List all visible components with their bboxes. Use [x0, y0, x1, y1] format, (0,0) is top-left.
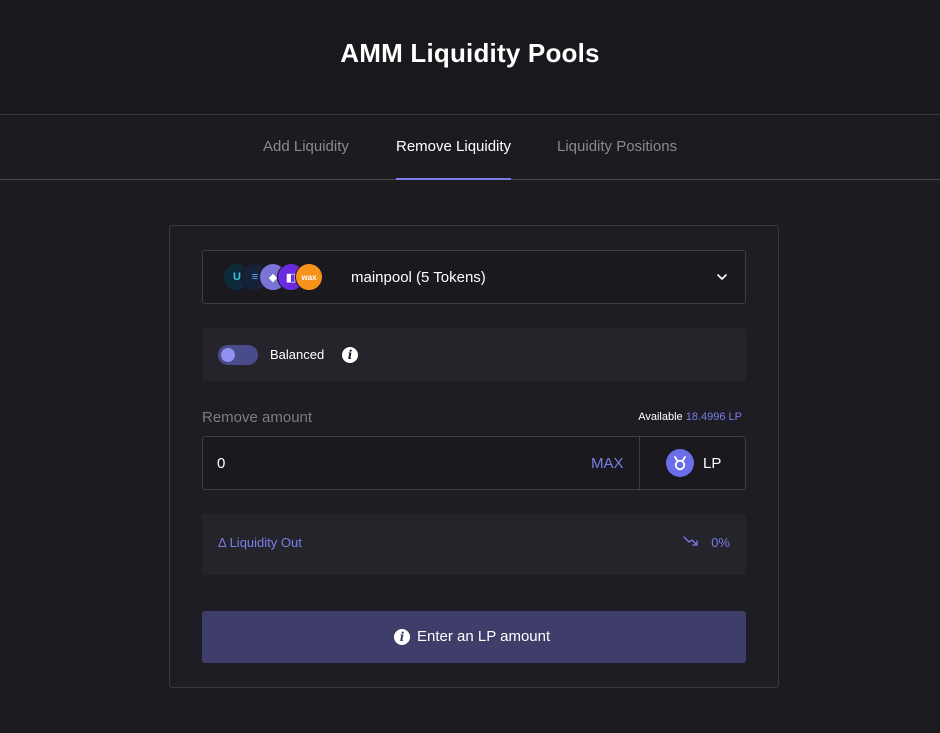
amount-box: MAX LP	[202, 436, 746, 490]
page-title: AMM Liquidity Pools	[340, 38, 600, 68]
toggle-knob	[221, 348, 235, 362]
available-balance: Available 18.4996 LP	[638, 411, 742, 423]
info-icon: i	[394, 629, 410, 645]
balanced-label: Balanced	[270, 347, 325, 362]
tab-bar: Add Liquidity Remove Liquidity Liquidity…	[0, 115, 940, 180]
lp-token-icon	[666, 449, 694, 477]
balanced-toggle[interactable]	[218, 345, 258, 365]
info-icon[interactable]: i	[342, 347, 358, 363]
tab-add-liquidity[interactable]: Add Liquidity	[263, 115, 349, 180]
lp-token-selector[interactable]: LP	[640, 437, 746, 489]
balanced-option: Balanced i	[202, 328, 746, 381]
header: AMM Liquidity Pools	[0, 0, 940, 115]
lp-token-label: LP	[703, 455, 722, 472]
chevron-down-icon	[717, 274, 727, 280]
pool-select[interactable]: U ≡ ◆ ◧ wax mainpool (5 Tokens)	[202, 250, 746, 304]
enter-lp-amount-button[interactable]: i Enter an LP amount	[202, 611, 746, 663]
trend-down-icon	[683, 536, 698, 546]
liquidity-out-panel: Δ Liquidity Out 0%	[202, 514, 746, 575]
max-button[interactable]: MAX	[591, 455, 624, 472]
available-label: Available	[638, 411, 683, 423]
remove-liquidity-card: U ≡ ◆ ◧ wax mainpool (5 Tokens) Balanced…	[169, 225, 779, 688]
liquidity-out-value: 0%	[711, 535, 730, 550]
pool-name: mainpool (5 Tokens)	[351, 269, 486, 286]
amount-input[interactable]	[217, 437, 577, 489]
enter-lp-amount-label: Enter an LP amount	[417, 628, 551, 645]
tab-remove-liquidity[interactable]: Remove Liquidity	[396, 115, 512, 180]
remove-amount-label: Remove amount	[202, 409, 313, 426]
available-value: 18.4996 LP	[685, 411, 742, 423]
tab-liquidity-positions[interactable]: Liquidity Positions	[557, 115, 677, 180]
wax-token-icon: wax	[295, 263, 323, 291]
liquidity-out-label: Δ Liquidity Out	[218, 535, 302, 550]
